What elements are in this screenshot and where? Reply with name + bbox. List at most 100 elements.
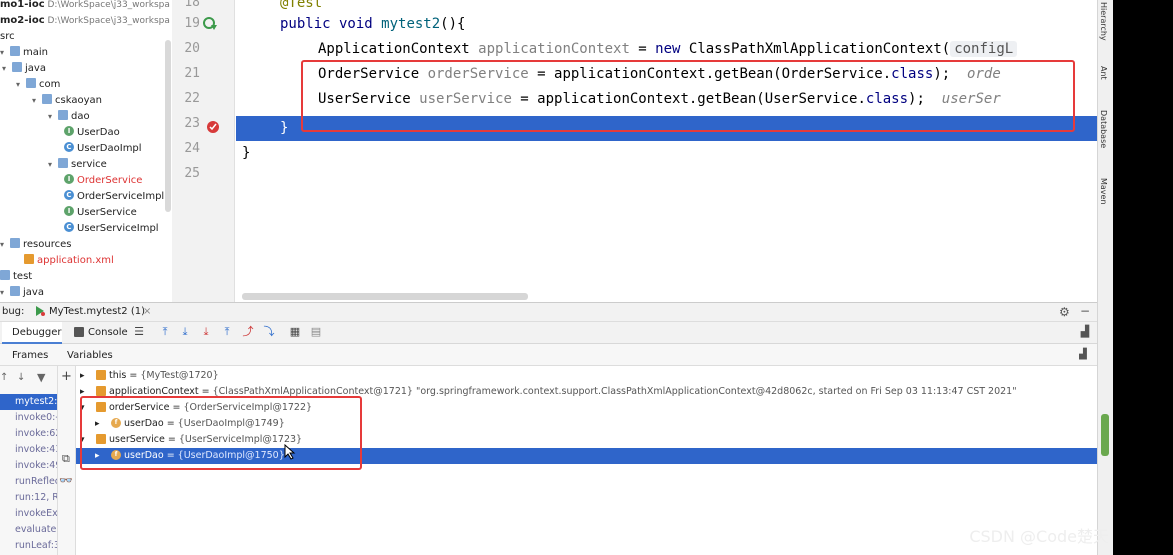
variable-icon <box>96 385 106 396</box>
tree-item-label: UserDao <box>77 127 120 138</box>
debug-session-bar: bug: MyTest.mytest2 (1) × ⚙ − <box>0 302 1097 322</box>
tree-item[interactable]: I UserDao <box>64 125 120 141</box>
expand-arrow-icon[interactable]: ▾ <box>48 109 58 125</box>
expand-arrow-icon[interactable]: ▾ <box>0 237 10 253</box>
current-line-gutter <box>172 116 235 141</box>
tree-item-label: UserServiceImpl <box>77 223 159 234</box>
filter-icon[interactable]: ▼ <box>37 371 45 384</box>
frame-item[interactable]: run:12, R <box>0 490 57 506</box>
line-number: 25 <box>184 166 200 181</box>
horizontal-scrollbar[interactable] <box>242 293 528 300</box>
maven-tool-tab[interactable]: Maven <box>1099 178 1108 205</box>
frame-item[interactable]: invoke0:-1 <box>0 410 57 426</box>
frame-item[interactable]: mytest2:2 <box>0 394 57 410</box>
expand-arrow-icon[interactable]: ▾ <box>16 77 26 93</box>
tree-item[interactable]: I OrderService <box>64 173 142 189</box>
menu-icon[interactable]: ☰ <box>133 326 145 338</box>
frame-item[interactable]: runLeaf:3 <box>0 538 57 554</box>
tree-item[interactable]: ▾ java <box>0 285 44 301</box>
step-over-icon[interactable]: ⤓ <box>179 326 191 338</box>
tree-item[interactable]: ▾ dao <box>48 109 90 125</box>
code-editor[interactable]: @Test public void mytest2(){ Application… <box>236 0 1097 302</box>
tree-scrollbar[interactable] <box>165 40 171 212</box>
variables-label: Variables <box>67 350 113 361</box>
editor-gutter: 18 19 20 21 22 23 24 25 <box>172 0 235 302</box>
frame-item[interactable]: invokeEx <box>0 506 57 522</box>
right-tool-sidebar: Hierarchy Ant Database Maven <box>1097 0 1113 555</box>
tree-item[interactable]: C UserServiceImpl <box>64 221 159 237</box>
tree-item[interactable]: application.xml <box>24 253 114 269</box>
close-icon[interactable]: × <box>143 306 151 317</box>
debug-toolbar: Debugger Console ☰ ⤒ ⤓ ⤓ ⤒ ⤴ ⤵ ▦ ▤ ▟ <box>0 322 1097 344</box>
expand-arrow-icon[interactable]: ▾ <box>0 285 10 301</box>
tree-item[interactable]: ▾ com <box>16 77 60 93</box>
folder-icon <box>42 94 52 104</box>
tree-item[interactable]: C UserDaoImpl <box>64 141 142 157</box>
line-number: 24 <box>184 141 200 156</box>
add-watch-icon[interactable]: + <box>61 369 72 384</box>
tree-item-label: com <box>39 79 61 90</box>
table-view-icon[interactable]: ▦ <box>289 326 301 338</box>
debug-session-tab[interactable]: MyTest.mytest2 (1) <box>49 306 145 317</box>
interface-icon: I <box>64 126 74 136</box>
expand-arrow-icon[interactable]: ▾ <box>0 45 10 61</box>
arrow-down-icon[interactable]: ↓ <box>17 372 25 383</box>
xml-file-icon <box>24 254 34 264</box>
evaluate-icon[interactable]: ⤵ <box>263 326 275 338</box>
ant-tool-tab[interactable]: Ant <box>1099 66 1108 80</box>
tree-item-path: D:\WorkSpace\j33_workspa <box>44 16 170 26</box>
tree-item[interactable]: mo1-ioc D:\WorkSpace\j33_workspa <box>0 0 170 13</box>
expand-arrow-icon[interactable]: ▾ <box>2 61 12 77</box>
gear-icon[interactable]: ⚙ <box>1059 305 1070 319</box>
tree-item[interactable]: ▾ java <box>2 61 46 77</box>
copy-icon[interactable]: ⧉ <box>62 452 70 466</box>
run-test-icon[interactable] <box>202 15 218 31</box>
tree-item[interactable]: ▾ main <box>0 45 48 61</box>
variable-row[interactable]: ▸ this = {MyTest@1720} <box>76 368 1097 384</box>
tree-item-label: dao <box>71 111 90 122</box>
tree-item[interactable]: ▾ cskaoyan <box>32 93 102 109</box>
step-into-icon[interactable]: ⤓ <box>200 326 212 338</box>
expand-arrow-icon[interactable]: ▸ <box>76 368 92 384</box>
code-line-24: } <box>242 145 251 161</box>
folder-icon <box>26 78 36 88</box>
frame-item[interactable]: invoke:49 <box>0 458 57 474</box>
folder-icon <box>58 110 68 120</box>
run-to-cursor-icon[interactable]: ⤴ <box>242 326 254 338</box>
minimize-icon[interactable]: − <box>1080 304 1090 318</box>
tree-item-label: src <box>0 31 15 42</box>
tree-item[interactable]: ▾ service <box>48 157 107 173</box>
frame-item[interactable]: invoke:43 <box>0 442 57 458</box>
tree-item[interactable]: C OrderServiceImpl <box>64 189 164 205</box>
layout-icon[interactable]: ▤ <box>310 326 322 338</box>
folder-icon <box>58 158 68 168</box>
tree-item[interactable]: src <box>0 29 15 45</box>
glasses-icon[interactable]: 👓 <box>59 474 73 487</box>
frame-item[interactable]: invoke:62 <box>0 426 57 442</box>
frame-item[interactable]: evaluate: <box>0 522 57 538</box>
expand-arrow-icon[interactable]: ▾ <box>32 93 42 109</box>
tree-item-label: UserService <box>77 207 137 218</box>
interface-icon: I <box>64 206 74 216</box>
tree-item[interactable]: ▾ resources <box>0 237 71 253</box>
tree-item[interactable]: I UserService <box>64 205 137 221</box>
tree-item-label: UserDaoImpl <box>77 143 142 154</box>
tab-console[interactable]: Console <box>72 322 130 344</box>
layout-settings-icon[interactable]: ▟ <box>1079 326 1091 338</box>
arrow-up-icon[interactable]: ↑ <box>0 372 8 383</box>
folder-icon <box>10 238 20 248</box>
tree-item-label: mo1-ioc <box>0 0 45 10</box>
tree-item-label: OrderServiceImpl <box>77 191 165 202</box>
expand-arrow-icon[interactable]: ▾ <box>48 157 58 173</box>
mouse-cursor <box>284 444 296 460</box>
database-tool-tab[interactable]: Database <box>1099 110 1108 148</box>
variables-options-icon[interactable]: ▟ <box>1079 349 1087 360</box>
frame-item[interactable]: runReflec <box>0 474 57 490</box>
tree-item[interactable]: test <box>0 269 32 285</box>
step-out-icon[interactable]: ⤒ <box>221 326 233 338</box>
variable-value: {MyTest@1720} <box>140 370 219 381</box>
show-execution-point-icon[interactable]: ⤒ <box>159 326 171 338</box>
tree-item[interactable]: mo2-ioc D:\WorkSpace\j33_workspa <box>0 13 170 29</box>
tab-debugger[interactable]: Debugger <box>2 322 62 344</box>
hierarchy-tool-tab[interactable]: Hierarchy <box>1099 2 1108 41</box>
